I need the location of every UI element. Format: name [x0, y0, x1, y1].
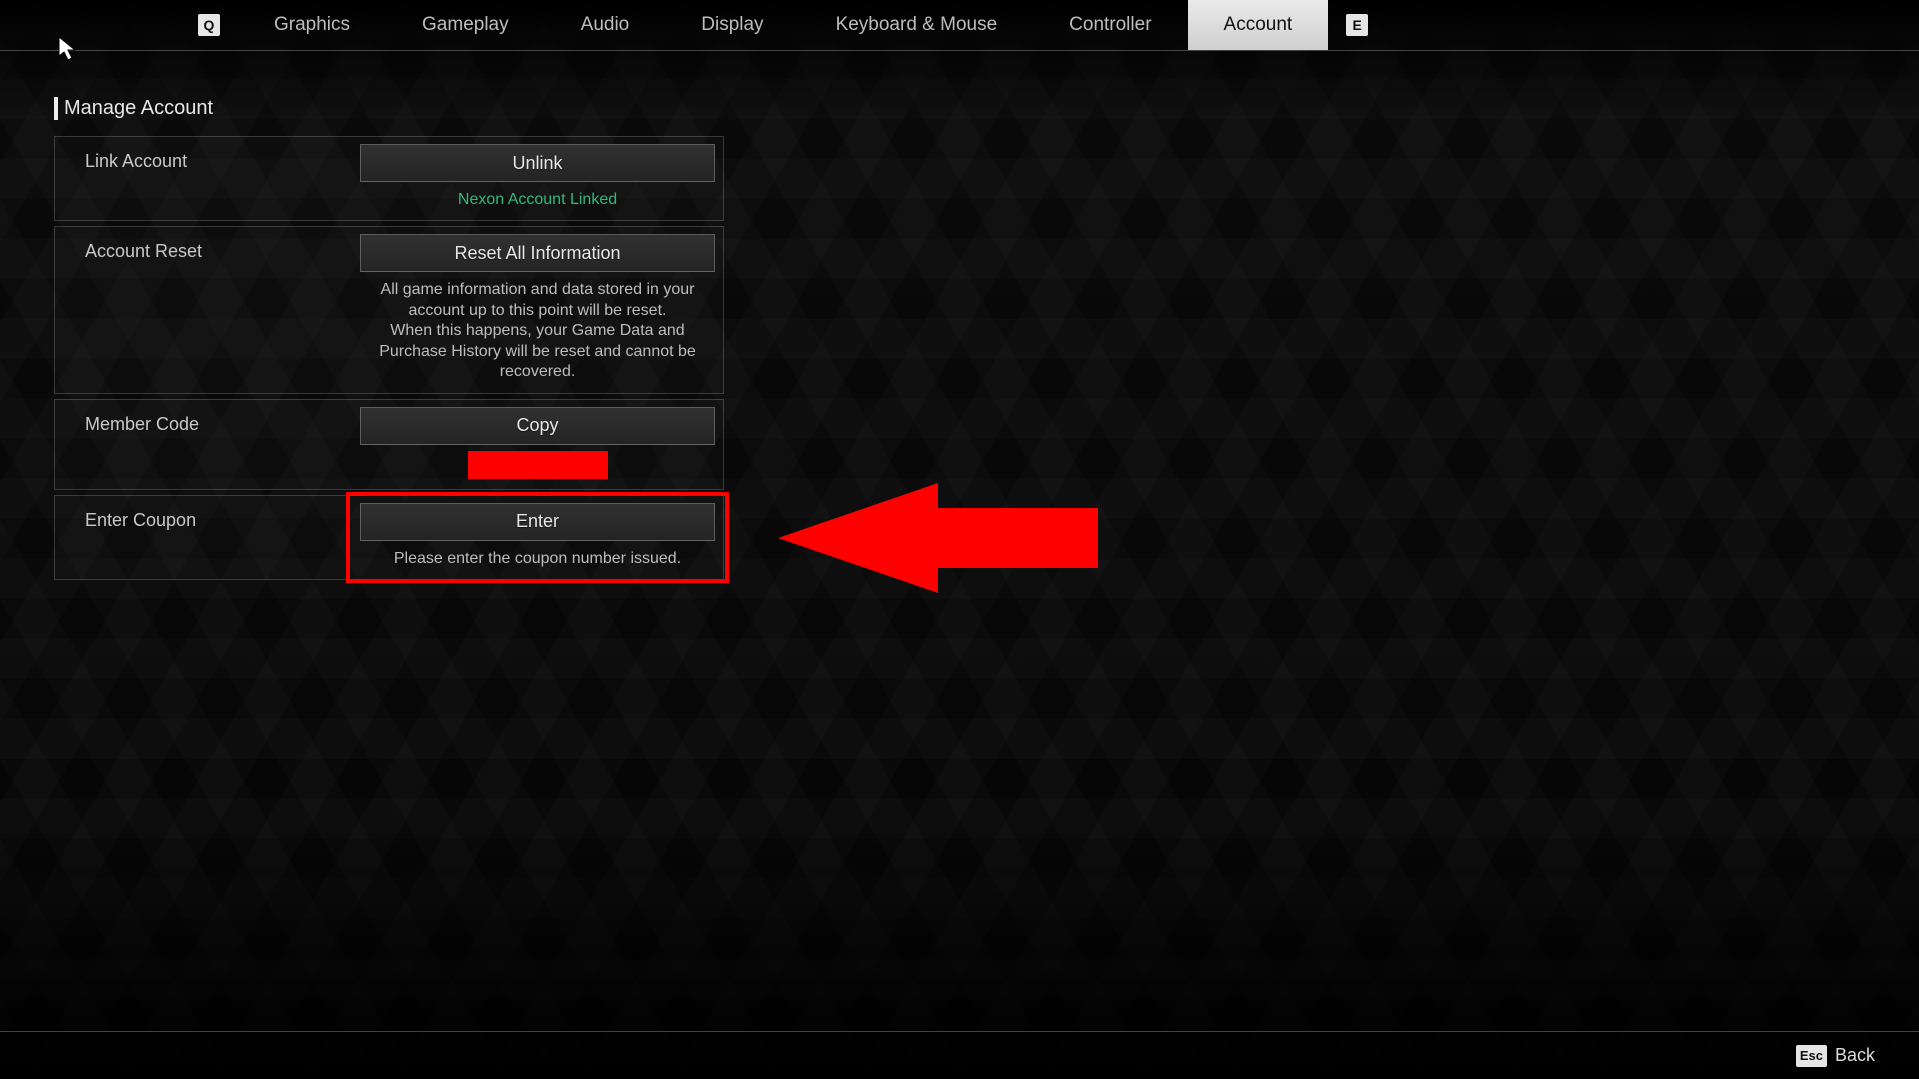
- tab-graphics[interactable]: Graphics: [238, 0, 386, 50]
- next-tab-key-icon: E: [1346, 14, 1368, 36]
- link-account-panel-right: Unlink Nexon Account Linked: [352, 137, 723, 220]
- account-reset-panel-right: Reset All Information All game informati…: [352, 227, 723, 392]
- unlink-button[interactable]: Unlink: [360, 144, 715, 182]
- account-reset-panel: Account Reset Reset All Information All …: [54, 226, 724, 393]
- enter-coupon-button[interactable]: Enter: [360, 503, 715, 541]
- mouse-cursor-icon: [58, 36, 80, 62]
- member-code-label: Member Code: [55, 400, 352, 489]
- account-reset-label: Account Reset: [55, 227, 352, 392]
- tab-display[interactable]: Display: [665, 0, 799, 50]
- manage-account-section: Manage Account Link Account Unlink Nexon…: [54, 97, 724, 580]
- annotation-arrow-icon: [778, 478, 1098, 598]
- settings-tabbar: Q Graphics Gameplay Audio Display Keyboa…: [0, 0, 1919, 51]
- tab-gameplay[interactable]: Gameplay: [386, 0, 545, 50]
- footer-bar: Esc Back: [0, 1031, 1919, 1079]
- tab-account[interactable]: Account: [1188, 0, 1329, 50]
- enter-coupon-panel-right: Enter Please enter the coupon number iss…: [352, 496, 723, 579]
- reset-all-button[interactable]: Reset All Information: [360, 234, 715, 272]
- account-reset-note-line1: All game information and data stored in …: [381, 281, 695, 318]
- enter-coupon-hint: Please enter the coupon number issued.: [394, 549, 681, 569]
- member-code-panel-right: Copy: [352, 400, 723, 489]
- member-code-value-redacted: [468, 451, 608, 479]
- prev-tab-key-icon: Q: [198, 14, 220, 36]
- enter-coupon-panel: Enter Coupon Enter Please enter the coup…: [54, 495, 724, 580]
- back-button[interactable]: Back: [1835, 1045, 1875, 1066]
- member-code-panel: Member Code Copy: [54, 399, 724, 490]
- tab-keyboard-mouse[interactable]: Keyboard & Mouse: [800, 0, 1034, 50]
- link-account-status: Nexon Account Linked: [458, 190, 617, 210]
- tab-audio[interactable]: Audio: [545, 0, 666, 50]
- section-title: Manage Account: [54, 97, 724, 120]
- tab-controller[interactable]: Controller: [1033, 0, 1187, 50]
- copy-member-code-button[interactable]: Copy: [360, 407, 715, 445]
- esc-key-icon: Esc: [1796, 1045, 1827, 1067]
- account-reset-note-line2: When this happens, your Game Data and Pu…: [379, 322, 696, 380]
- link-account-label: Link Account: [55, 137, 352, 220]
- link-account-panel: Link Account Unlink Nexon Account Linked: [54, 136, 724, 221]
- enter-coupon-label: Enter Coupon: [55, 496, 352, 579]
- account-reset-note: All game information and data stored in …: [360, 280, 715, 382]
